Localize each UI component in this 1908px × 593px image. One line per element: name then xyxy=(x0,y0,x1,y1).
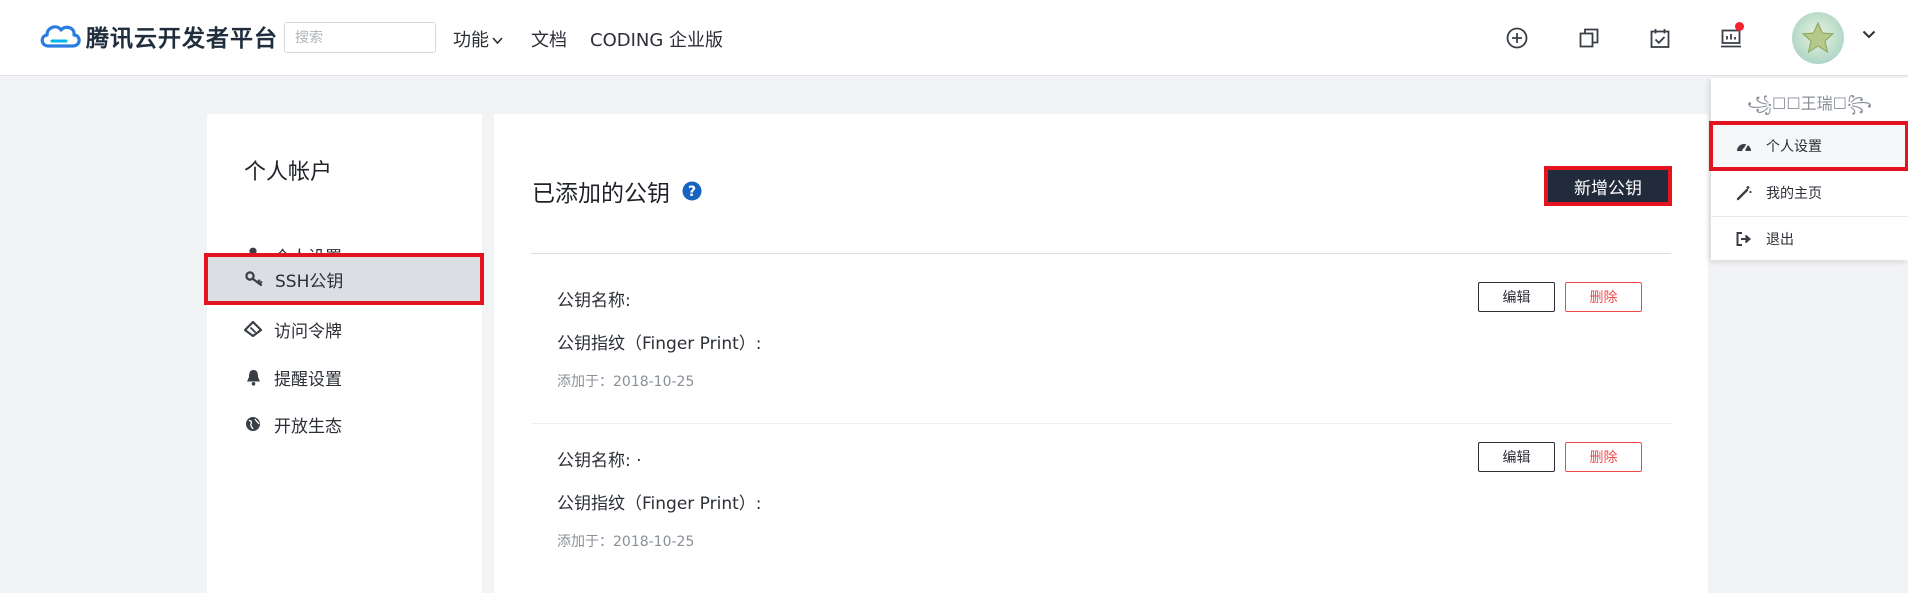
star-avatar-icon xyxy=(1801,21,1835,54)
key-fingerprint-label: 公钥指纹（Finger Print）: xyxy=(557,334,762,354)
magic-wand-icon xyxy=(1736,185,1752,201)
sidebar-title: 个人帐户 xyxy=(244,160,333,185)
key-fingerprint-label: 公钥指纹（Finger Print）: xyxy=(557,494,762,514)
sidebar-item-open-ecosystem[interactable]: 开放生态 xyxy=(207,401,482,447)
sidebar-item-access-tokens[interactable]: 访问令牌 xyxy=(207,306,482,352)
presentation-icon[interactable] xyxy=(1717,22,1745,52)
calendar-check-icon[interactable] xyxy=(1646,24,1674,52)
menu-item-personal-settings[interactable]: 个人设置 xyxy=(1709,121,1908,171)
search-input[interactable] xyxy=(284,22,436,53)
sidebar-item-label: SSH公钥 xyxy=(275,271,344,292)
list-item: 公钥名称: 公钥指纹（Finger Print）: 添加于：2018-10-25… xyxy=(531,264,1671,424)
plus-circle-icon[interactable] xyxy=(1503,24,1531,52)
page-title: 已添加的公钥 ? xyxy=(532,174,702,208)
svg-text:?: ? xyxy=(688,184,696,200)
sidebar-item-label: 访问令牌 xyxy=(274,321,342,342)
delete-button[interactable]: 删除 xyxy=(1565,442,1642,472)
menu-item-label: 退出 xyxy=(1766,232,1794,248)
delete-button[interactable]: 删除 xyxy=(1565,282,1642,312)
copy-icon[interactable] xyxy=(1575,24,1603,52)
sign-out-icon xyxy=(1736,231,1752,247)
sidebar-item-label: 开放生态 xyxy=(274,416,342,437)
account-sidebar: 个人帐户 个人设置 SSH公钥 访问令牌 提醒设置 开放生态 xyxy=(204,114,484,593)
help-icon[interactable]: ? xyxy=(682,181,702,201)
dropdown-username: ꧁☐☐王瑞☐꧂ xyxy=(1746,94,1872,113)
sidebar-item-label: 提醒设置 xyxy=(274,369,342,390)
notification-dot xyxy=(1735,22,1744,31)
add-key-button[interactable]: 新增公钥 xyxy=(1544,166,1672,206)
nav-coding-link[interactable]: CODING 企业版 xyxy=(590,26,723,52)
header-divider xyxy=(531,253,1671,254)
key-name-label: 公钥名称: xyxy=(557,291,631,311)
avatar[interactable] xyxy=(1792,12,1844,64)
cloud-logo-icon xyxy=(40,25,81,48)
list-item: 公钥名称: · 公钥指纹（Finger Print）: 添加于：2018-10-… xyxy=(531,424,1671,584)
user-dropdown-menu: ꧁☐☐王瑞☐꧂ 个人设置 我的主页 退出 xyxy=(1709,78,1908,261)
sidebar-item-ssh-keys[interactable]: SSH公钥 xyxy=(204,253,484,305)
bell-icon xyxy=(244,368,262,386)
menu-item-label: 我的主页 xyxy=(1766,186,1822,202)
brand-name: 腾讯云开发者平台 xyxy=(86,26,278,52)
edit-button[interactable]: 编辑 xyxy=(1478,442,1555,472)
edit-button[interactable]: 编辑 xyxy=(1478,282,1555,312)
page-title-text: 已添加的公钥 xyxy=(532,181,670,207)
nav-docs-link[interactable]: 文档 xyxy=(531,26,567,52)
key-added-date: 添加于：2018-10-25 xyxy=(557,374,695,390)
nav-features-menu[interactable]: 功能 xyxy=(453,26,503,52)
ticket-icon xyxy=(244,320,262,338)
menu-item-logout[interactable]: 退出 xyxy=(1711,217,1908,261)
key-added-date: 添加于：2018-10-25 xyxy=(557,534,695,550)
globe-icon xyxy=(244,415,262,433)
ssh-keys-panel: 已添加的公钥 ? 新增公钥 公钥名称: 公钥指纹（Finger Print）: … xyxy=(494,114,1708,593)
dashboard-icon xyxy=(1736,138,1752,154)
sidebar-item-reminder-settings[interactable]: 提醒设置 xyxy=(207,354,482,400)
chevron-down-icon xyxy=(492,36,503,44)
nav-features-label: 功能 xyxy=(453,30,489,51)
brand-logo[interactable]: 腾讯云开发者平台 xyxy=(38,18,278,54)
key-icon xyxy=(245,270,263,288)
menu-item-my-homepage[interactable]: 我的主页 xyxy=(1711,171,1908,215)
key-name-label: 公钥名称: · xyxy=(557,451,642,471)
avatar-chevron-down-icon[interactable] xyxy=(1862,30,1876,39)
menu-item-label: 个人设置 xyxy=(1766,139,1822,155)
top-bar: 腾讯云开发者平台 功能 文档 CODING 企业版 xyxy=(0,0,1908,76)
